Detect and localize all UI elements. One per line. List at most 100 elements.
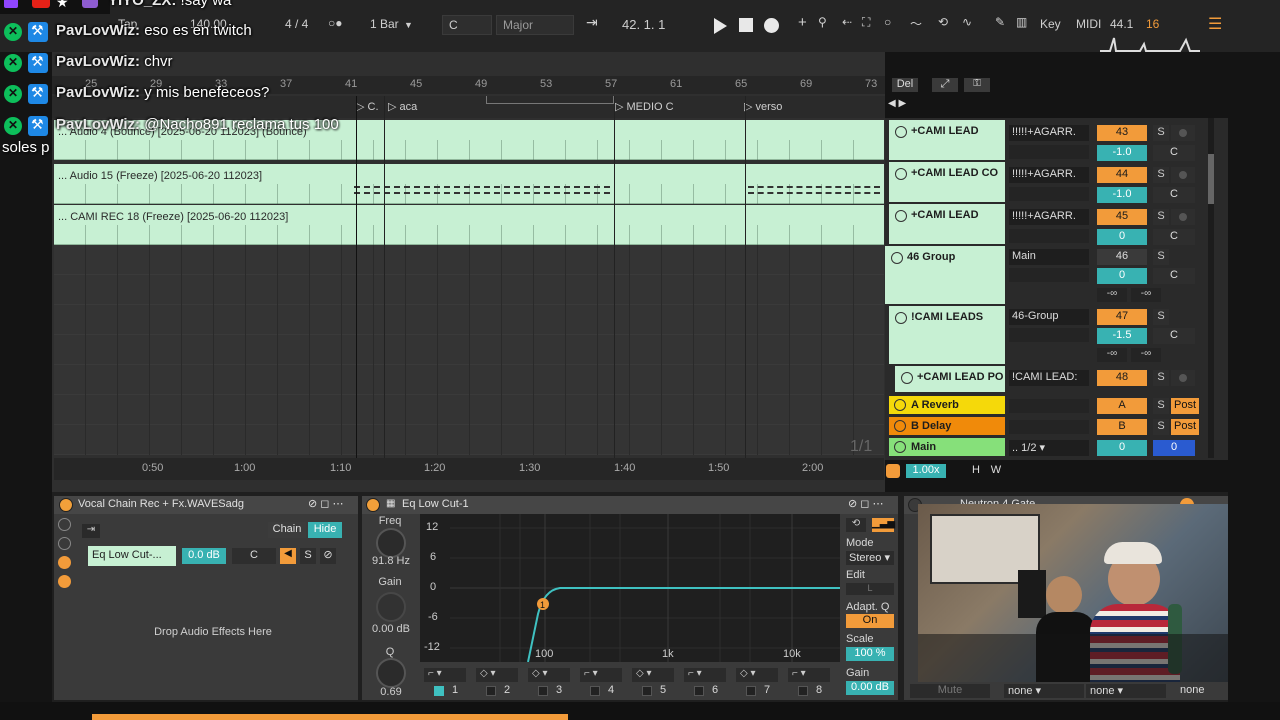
solo-button[interactable]: S — [1153, 370, 1169, 386]
output-routing[interactable]: !!!!!+AGARR. — [1009, 167, 1089, 183]
adapt-q-toggle[interactable]: On — [846, 614, 894, 628]
return-activator[interactable]: B — [1097, 419, 1147, 435]
output-channel[interactable] — [1009, 187, 1089, 201]
return-title[interactable]: B Delay — [889, 417, 1005, 435]
chain-list-icon[interactable] — [58, 537, 71, 550]
locator-marker[interactable]: ▷ verso — [744, 100, 782, 113]
solo-button[interactable]: S — [1153, 209, 1169, 225]
fold-icon[interactable] — [895, 126, 907, 138]
chain-pan-field[interactable]: C — [232, 548, 276, 564]
track-activator[interactable]: 44 — [1097, 167, 1147, 183]
band-toggle[interactable] — [486, 686, 496, 696]
chain-gain-field[interactable]: 0.0 dB — [182, 548, 226, 564]
fold-icon[interactable] — [895, 168, 907, 180]
band-toggle[interactable] — [590, 686, 600, 696]
cue-volume-field[interactable]: 0 — [1153, 440, 1195, 456]
mixer-track[interactable]: +CAMI LEAD !!!!!+AGARR. 43 S -1.0 C — [885, 120, 1228, 161]
q-knob[interactable] — [376, 658, 406, 688]
volume-field[interactable]: 0 — [1097, 440, 1147, 456]
track-title[interactable]: !CAMI LEADS — [889, 306, 1005, 364]
main-title[interactable]: Main — [889, 438, 1005, 456]
group-icon[interactable] — [895, 312, 907, 324]
freq-value[interactable]: 91.8 Hz — [366, 555, 416, 567]
sidechain-select[interactable]: none — [1176, 684, 1226, 698]
band-filter-type[interactable]: ◇ ▾ — [736, 668, 778, 682]
output-routing[interactable]: !!!!!+AGARR. — [1009, 209, 1089, 225]
output-channel[interactable] — [1009, 328, 1089, 342]
key-select-box[interactable]: C — [442, 15, 492, 35]
solo-button[interactable]: S — [1153, 249, 1169, 265]
volume-field[interactable]: -1.5 — [1097, 328, 1147, 344]
pencil-icon[interactable]: ✎ — [995, 15, 1005, 29]
play-button[interactable] — [712, 17, 728, 35]
mixer-group-track[interactable]: !CAMI LEADS 46-Group 47 S -1.5 C -∞ -∞ — [885, 306, 1228, 364]
pan-field[interactable]: C — [1153, 268, 1195, 284]
track-title[interactable]: 46 Group — [885, 246, 1005, 304]
gain-knob[interactable] — [376, 592, 406, 622]
mixer-group-track[interactable]: 46 Group Main 46 S 0 C -∞ -∞ — [885, 246, 1228, 304]
expand-icon[interactable]: ⤢ — [932, 78, 958, 92]
lock-icon[interactable]: ⚿ — [964, 78, 990, 92]
volume-field[interactable]: -1.0 — [1097, 145, 1147, 161]
follow-icon[interactable]: ⇥ — [586, 14, 598, 31]
song-position[interactable]: 42. 1. 1 — [622, 17, 665, 32]
time-ruler[interactable]: 0:50 1:00 1:10 1:20 1:30 1:40 1:50 2:00 — [54, 458, 884, 480]
mode-select[interactable]: Stereo ▾ — [846, 551, 894, 565]
metronome-icon[interactable]: ○● — [328, 16, 343, 30]
band-toggle[interactable] — [694, 686, 704, 696]
speaker-icon[interactable]: ◀ — [280, 548, 296, 564]
arm-button[interactable] — [1171, 125, 1195, 141]
q-value[interactable]: 0.69 — [366, 686, 416, 698]
return-track[interactable]: B Delay B S Post — [885, 417, 1228, 437]
chain-solo-button[interactable]: S — [300, 548, 316, 564]
output-routing[interactable]: Main — [1009, 249, 1089, 265]
locator-marker[interactable]: ▷ aca — [388, 100, 417, 113]
mixer-track[interactable]: +CAMI LEAD !!!!!+AGARR. 45 S 0 C — [885, 204, 1228, 245]
empty-track-area[interactable] — [54, 245, 884, 455]
spectrum-icon[interactable]: ▁▃▅ — [872, 518, 895, 532]
chain-item-name[interactable]: Eq Low Cut-... — [88, 546, 176, 566]
track-title[interactable]: +CAMI LEAD PO — [895, 366, 1005, 392]
band-filter-type[interactable]: ◇ ▾ — [528, 668, 570, 682]
hide-button[interactable]: Hide — [308, 522, 342, 538]
h-button[interactable]: H — [968, 464, 984, 478]
key-map-button[interactable]: Key — [1040, 17, 1061, 31]
hot-swap-icon[interactable]: ⊘ — [320, 548, 336, 564]
curve-icon[interactable]: ∿ — [962, 15, 972, 29]
link-icon[interactable]: ⚲ — [818, 15, 827, 29]
arrow-left-icon[interactable]: ⇠ — [842, 15, 852, 29]
pan-field[interactable]: C — [1153, 145, 1195, 161]
eq-options-icon[interactable]: ⊘ ◻ ⋯ — [848, 497, 883, 510]
automation-icon[interactable]: 〜 — [910, 15, 922, 32]
band-filter-type[interactable]: ⌐ ▾ — [424, 668, 466, 682]
output-routing[interactable]: 46-Group — [1009, 309, 1089, 325]
arm-button[interactable] — [1171, 209, 1195, 225]
band-toggle[interactable] — [746, 686, 756, 696]
scale-field[interactable]: 100 % — [846, 647, 894, 661]
arm-button[interactable] — [1171, 167, 1195, 183]
track-title[interactable]: +CAMI LEAD — [889, 204, 1005, 244]
arm-button[interactable] — [1171, 370, 1195, 386]
stop-button[interactable] — [739, 18, 753, 32]
eq-title-bar[interactable]: ▦ Eq Low Cut-1 ⊘ ◻ ⋯ — [362, 496, 898, 514]
add-icon[interactable]: + — [798, 14, 807, 31]
main-track[interactable]: Main .. 1/2 ▾ 0 0 — [885, 438, 1228, 458]
record-button[interactable] — [764, 18, 779, 33]
band-toggle[interactable] — [434, 686, 444, 696]
device-power-button[interactable] — [366, 498, 380, 512]
band-toggle[interactable] — [798, 686, 808, 696]
locator-nav-icon[interactable]: ◀ ▶ — [888, 98, 922, 112]
locator-marker[interactable]: ▷ MEDIO C — [615, 100, 674, 113]
menu-icon[interactable]: ☰ — [1208, 14, 1222, 34]
output-channel[interactable] — [1009, 145, 1089, 159]
return-track[interactable]: A Reverb A S Post — [885, 396, 1228, 416]
keyboard-icon[interactable]: ▥ — [1016, 15, 1027, 29]
mixer-track[interactable]: +CAMI LEAD PO !CAMI LEAD: 48 S — [885, 366, 1228, 392]
band-filter-type[interactable]: ⌐ ▾ — [684, 668, 726, 682]
locator-marker[interactable]: ▷ C. — [356, 100, 379, 113]
fold-icon[interactable] — [895, 210, 907, 222]
output-channel[interactable] — [1009, 268, 1089, 282]
device-toggle-icon[interactable] — [58, 556, 71, 569]
track-lane[interactable]: ... Audio 15 (Freeze) [2025-06-20 112023… — [54, 164, 884, 204]
mixer-track[interactable]: +CAMI LEAD CO !!!!!+AGARR. 44 S -1.0 C — [885, 162, 1228, 203]
